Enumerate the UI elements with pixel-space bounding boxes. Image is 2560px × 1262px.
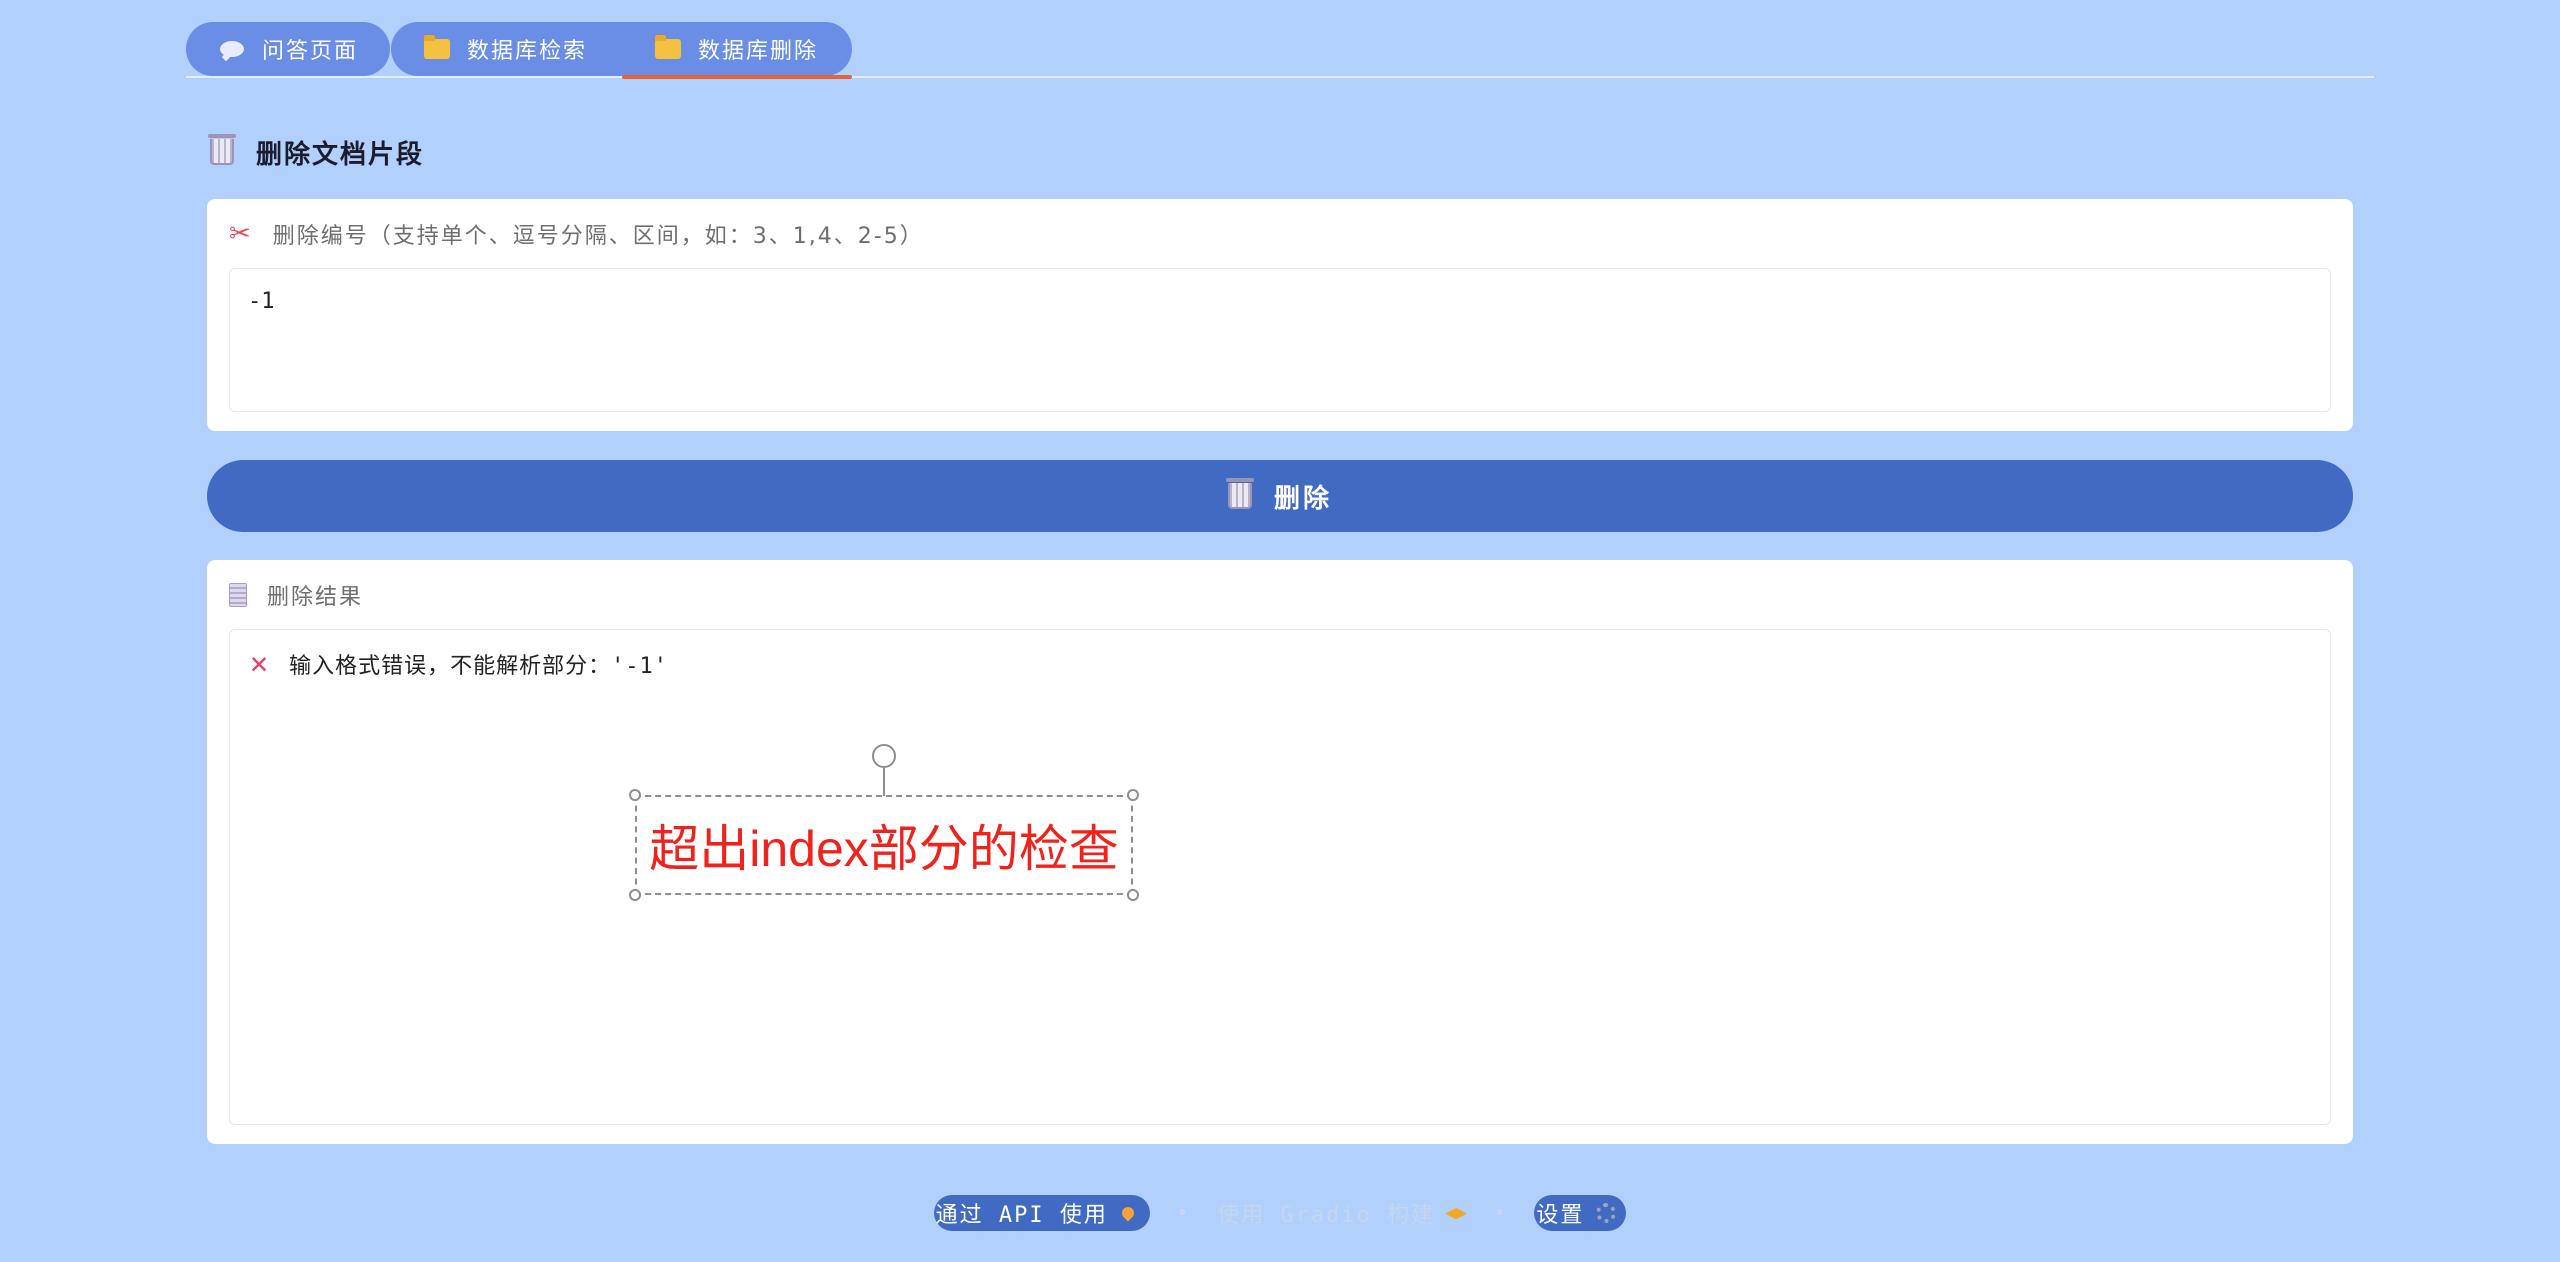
delete-input-panel: ✂ 删除编号（支持单个、逗号分隔、区间，如：3、1,4、2-5） -1	[207, 199, 2353, 431]
footer: 通过 API 使用 • 使用 Gradio 构建 • 设置	[0, 1194, 2560, 1232]
error-message-text: 输入格式错误，不能解析部分：'-1'	[289, 654, 669, 679]
annotation-text: 超出index部分的检查	[649, 821, 1119, 877]
footer-separator: •	[1175, 1200, 1192, 1226]
document-icon	[229, 583, 247, 607]
delete-index-input[interactable]: -1	[229, 268, 2331, 412]
result-label: 删除结果	[229, 580, 363, 610]
graduation-cap-icon	[1445, 1208, 1468, 1220]
folder-icon	[654, 35, 682, 59]
error-message: ✕ 输入格式错误，不能解析部分：'-1'	[250, 648, 668, 680]
tab-underline	[186, 76, 2374, 78]
trash-icon	[208, 134, 236, 165]
section-title: 删除文档片段	[208, 132, 425, 172]
gear-icon	[1596, 1203, 1617, 1223]
resize-handle-bottom-left[interactable]	[629, 889, 641, 901]
use-via-api-link[interactable]: 通过 API 使用	[933, 1195, 1150, 1231]
built-with-gradio-link[interactable]: 使用 Gradio 构建	[1217, 1197, 1468, 1229]
annotation-textbox[interactable]: 超出index部分的检查	[635, 795, 1133, 895]
delete-button-label: 删除	[1273, 483, 1332, 514]
rotate-handle-stem	[883, 768, 885, 796]
folder-icon	[423, 35, 451, 59]
resize-handle-top-left[interactable]	[629, 789, 641, 801]
delete-input-label: ✂ 删除编号（支持单个、逗号分隔、区间，如：3、1,4、2-5）	[229, 219, 924, 249]
footer-separator: •	[1493, 1200, 1509, 1226]
result-output[interactable]: ✕ 输入格式错误，不能解析部分：'-1'	[229, 629, 2331, 1125]
cross-icon: ✕	[250, 646, 270, 681]
resize-handle-top-right[interactable]	[1127, 789, 1139, 801]
resize-handle-bottom-right[interactable]	[1127, 889, 1139, 901]
tab-label: 数据库检索	[467, 39, 588, 64]
scissors-icon: ✂	[229, 219, 253, 249]
tab-label: 问答页面	[262, 39, 359, 64]
tab-label: 数据库删除	[698, 39, 819, 64]
settings-link[interactable]: 设置	[1534, 1195, 1627, 1231]
tab-qa-page[interactable]: 问答页面	[186, 22, 390, 76]
speech-bubble-icon	[218, 41, 246, 57]
delete-button[interactable]: 删除	[207, 460, 2353, 532]
tab-bar: 问答页面 数据库检索 数据库删除	[186, 22, 2374, 79]
section-title-text: 删除文档片段	[256, 139, 425, 170]
delete-index-value: -1	[248, 289, 275, 314]
result-panel: 删除结果 ✕ 输入格式错误，不能解析部分：'-1'	[207, 560, 2353, 1144]
trash-icon	[1225, 478, 1254, 509]
rotate-handle[interactable]	[872, 744, 896, 768]
tab-database-delete[interactable]: 数据库删除	[622, 22, 852, 79]
rocket-icon	[1119, 1204, 1137, 1222]
